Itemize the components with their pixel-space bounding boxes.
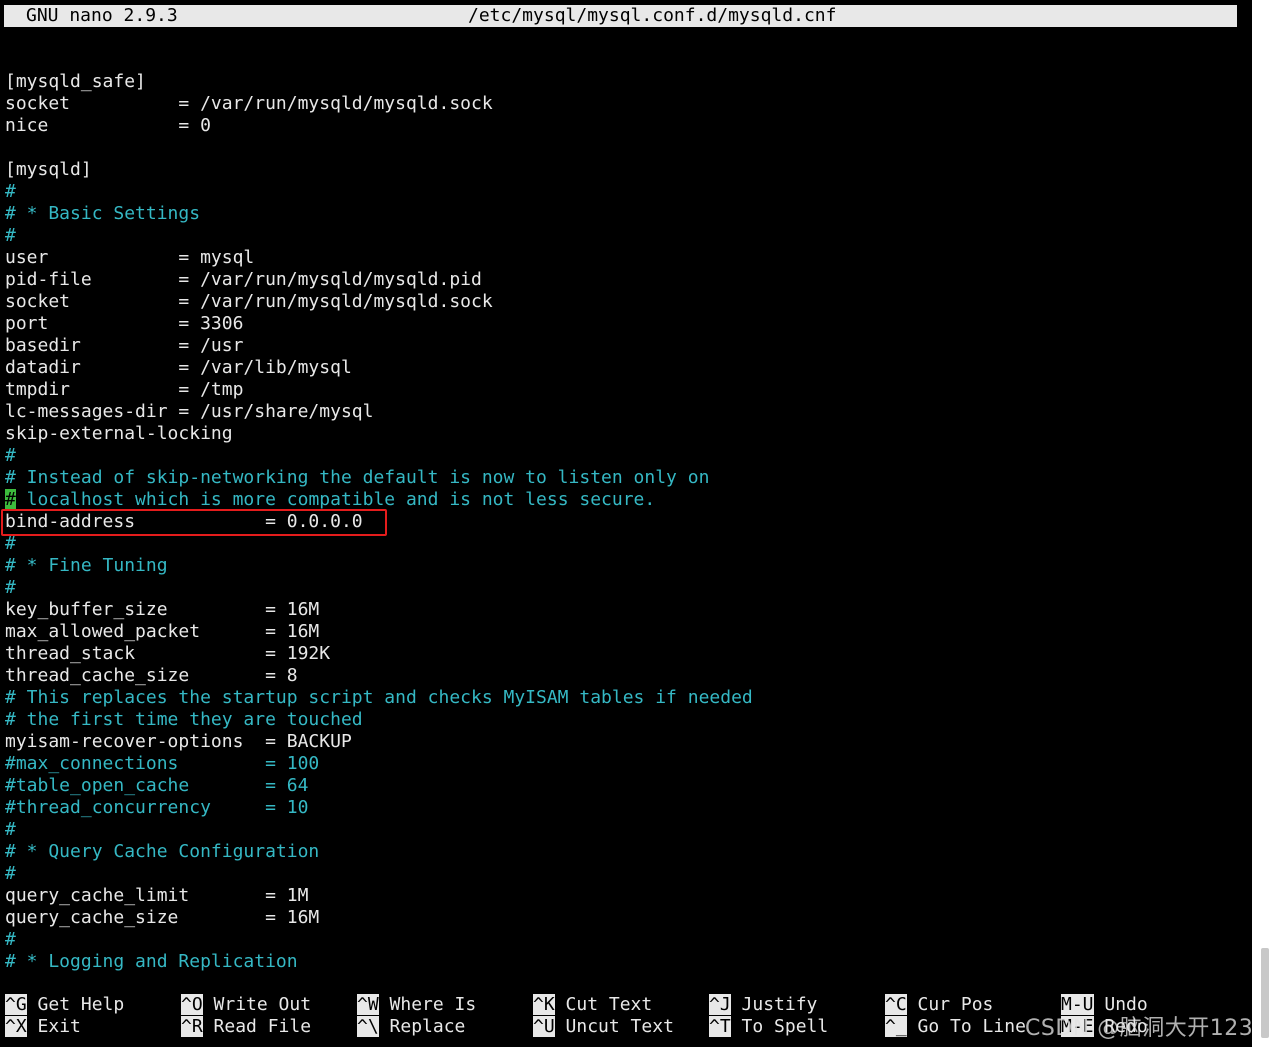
shortcut-exit[interactable]: ^X Exit [5,1016,81,1038]
shortcut-label: Justify [741,994,818,1015]
shortcut-key: ^_ [885,1016,907,1037]
shortcut-label: Go To Line [917,1016,1026,1037]
nano-titlebar: GNU nano 2.9.3 /etc/mysql/mysql.conf.d/m… [4,5,1237,27]
shortcut-key: ^X [5,1016,27,1037]
shortcut-go-to-line[interactable]: ^_ Go To Line [885,1016,1026,1038]
editor-line[interactable]: # [5,577,1245,599]
editor-line[interactable]: port = 3306 [5,313,1245,335]
shortcut-key: ^C [885,994,907,1015]
shortcut-read-file[interactable]: ^R Read File [181,1016,311,1038]
editor-line[interactable]: myisam-recover-options = BACKUP [5,731,1245,753]
shortcut-uncut-text[interactable]: ^U Uncut Text [533,1016,674,1038]
editor-line[interactable]: # localhost which is more compatible and… [5,489,1245,511]
shortcut-key: ^T [709,1016,731,1037]
editor-line[interactable]: user = mysql [5,247,1245,269]
file-path: /etc/mysql/mysql.conf.d/mysqld.cnf [468,5,837,26]
shortcut-key: ^\ [357,1016,379,1037]
editor-line[interactable]: # Instead of skip-networking the default… [5,467,1245,489]
shortcut-label: Get Help [37,994,125,1015]
editor-line[interactable]: nice = 0 [5,115,1245,137]
shortcut-label: Write Out [213,994,312,1015]
editor-line[interactable]: #table_open_cache = 64 [5,775,1245,797]
scroll-thumb[interactable] [1261,948,1269,1038]
editor-line[interactable]: [mysqld_safe] [5,71,1245,93]
editor-line[interactable]: query_cache_limit = 1M [5,885,1245,907]
editor-line[interactable]: # [5,445,1245,467]
editor-line[interactable]: bind-address = 0.0.0.0 [5,511,1245,533]
editor-line[interactable]: # This replaces the startup script and c… [5,687,1245,709]
line-text: localhost which is more compatible and i… [15,489,656,510]
editor-line[interactable]: tmpdir = /tmp [5,379,1245,401]
shortcut-replace[interactable]: ^\ Replace [357,1016,465,1038]
editor-line[interactable]: pid-file = /var/run/mysqld/mysqld.pid [5,269,1245,291]
editor-line[interactable]: key_buffer_size = 16M [5,599,1245,621]
text-cursor: # [5,489,16,510]
editor-line[interactable]: basedir = /usr [5,335,1245,357]
shortcut-label: Where Is [389,994,477,1015]
shortcut-get-help[interactable]: ^G Get Help [5,994,124,1016]
editor-line[interactable]: datadir = /var/lib/mysql [5,357,1245,379]
editor-buffer[interactable]: [mysqld_safe] socket = /var/run/mysqld/my… [5,27,1245,973]
editor-line[interactable]: socket = /var/run/mysqld/mysqld.sock [5,93,1245,115]
scrollbar[interactable] [1252,0,1278,1047]
editor-line[interactable]: # the first time they are touched [5,709,1245,731]
shortcut-justify[interactable]: ^J Justify [709,994,817,1016]
shortcut-label: Replace [389,1016,466,1037]
editor-line[interactable] [5,49,1245,71]
editor-line[interactable]: skip-external-locking [5,423,1245,445]
shortcut-to-spell[interactable]: ^T To Spell [709,1016,828,1038]
editor-line[interactable]: max_allowed_packet = 16M [5,621,1245,643]
editor-line[interactable]: # * Fine Tuning [5,555,1245,577]
editor-line[interactable]: # [5,225,1245,247]
editor-line[interactable] [5,27,1245,49]
editor-line[interactable]: # * Basic Settings [5,203,1245,225]
shortcut-key: ^G [5,994,27,1015]
shortcut-cut-text[interactable]: ^K Cut Text [533,994,652,1016]
editor-line[interactable]: # * Logging and Replication [5,951,1245,973]
editor-line[interactable]: thread_cache_size = 8 [5,665,1245,687]
shortcut-write-out[interactable]: ^O Write Out [181,994,311,1016]
editor-line[interactable]: # [5,863,1245,885]
nano-version: GNU nano 2.9.3 [26,5,178,26]
shortcut-key: ^O [181,994,203,1015]
shortcut-label: Exit [37,1016,81,1037]
editor-line[interactable]: # [5,929,1245,951]
shortcut-label: Cut Text [565,994,653,1015]
shortcut-label: To Spell [741,1016,829,1037]
shortcut-key: ^U [533,1016,555,1037]
shortcut-cur-pos[interactable]: ^C Cur Pos [885,994,993,1016]
editor-line[interactable]: [mysqld] [5,159,1245,181]
editor-line[interactable]: query_cache_size = 16M [5,907,1245,929]
editor-line[interactable]: #max_connections = 100 [5,753,1245,775]
editor-line[interactable]: # [5,533,1245,555]
shortcut-label: Read File [213,1016,312,1037]
editor-line[interactable]: thread_stack = 192K [5,643,1245,665]
editor-line[interactable]: socket = /var/run/mysqld/mysqld.sock [5,291,1245,313]
shortcut-key: ^K [533,994,555,1015]
editor-line[interactable]: # [5,819,1245,841]
editor-line[interactable]: # * Query Cache Configuration [5,841,1245,863]
shortcut-label: Uncut Text [565,1016,674,1037]
editor-line[interactable]: #thread_concurrency = 10 [5,797,1245,819]
editor-line[interactable] [5,137,1245,159]
terminal-window[interactable]: GNU nano 2.9.3 /etc/mysql/mysql.conf.d/m… [0,0,1267,1047]
shortcut-key: ^J [709,994,731,1015]
watermark: CSDN @脑洞大开1234 [1025,1016,1268,1041]
editor-line[interactable]: lc-messages-dir = /usr/share/mysql [5,401,1245,423]
shortcut-label: Cur Pos [917,994,994,1015]
editor-line[interactable]: # [5,181,1245,203]
shortcut-where-is[interactable]: ^W Where Is [357,994,476,1016]
shortcut-key: ^W [357,994,379,1015]
shortcut-key: ^R [181,1016,203,1037]
